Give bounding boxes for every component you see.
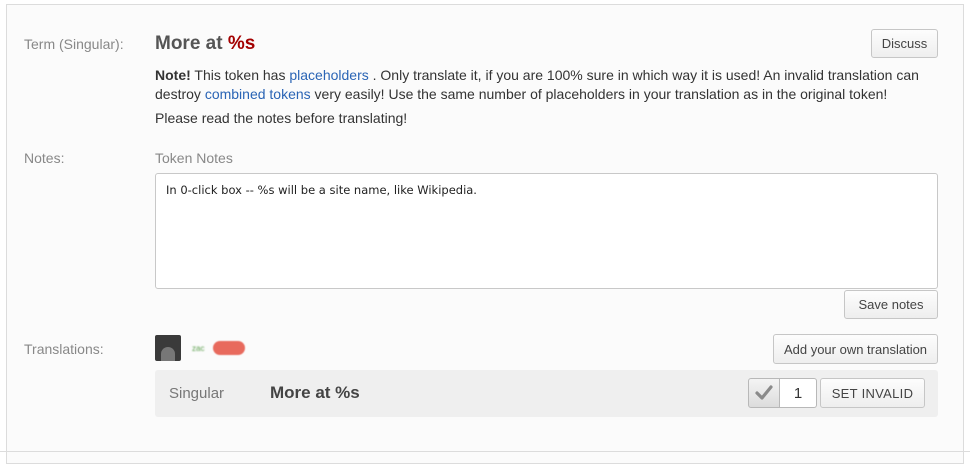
read-notes-text: Please read the notes before translating… — [155, 110, 408, 126]
add-translation-button[interactable]: Add your own translation — [773, 334, 938, 364]
set-invalid-button[interactable]: SET INVALID — [820, 378, 925, 408]
token-notes-textarea[interactable]: In 0-click box -- %s will be a site name… — [155, 173, 938, 289]
placeholders-link[interactable]: placeholders — [289, 67, 368, 83]
note-text: very easily! Use the same number of plac… — [310, 86, 888, 102]
user-name[interactable]: zac — [192, 344, 204, 353]
notes-label: Notes: — [24, 150, 65, 166]
translation-type-label: Singular — [169, 385, 225, 402]
token-notes-label: Token Notes — [155, 150, 233, 166]
translation-text: More at %s — [270, 383, 360, 402]
term-title-text: More at — [155, 33, 228, 54]
vote-count: 1 — [780, 378, 817, 408]
divider — [0, 451, 970, 452]
term-title: More at %s — [155, 33, 255, 55]
term-label: Term (Singular): — [24, 36, 124, 52]
translations-label: Translations: — [24, 341, 104, 357]
save-notes-button[interactable]: Save notes — [844, 290, 938, 319]
discuss-button[interactable]: Discuss — [871, 29, 938, 58]
user-badge — [213, 341, 245, 355]
placeholder-warning: Note! This token has placeholders . Only… — [155, 66, 945, 104]
translation-row: Singular More at %s 1 SET INVALID — [155, 370, 938, 417]
vote-check-button[interactable] — [748, 378, 780, 408]
term-title-placeholder: %s — [227, 33, 256, 54]
note-text: This token has — [190, 67, 290, 83]
combined-tokens-link[interactable]: combined tokens — [205, 86, 311, 102]
note-bold: Note! — [155, 67, 191, 83]
check-icon — [755, 385, 773, 400]
avatar[interactable] — [155, 335, 181, 361]
